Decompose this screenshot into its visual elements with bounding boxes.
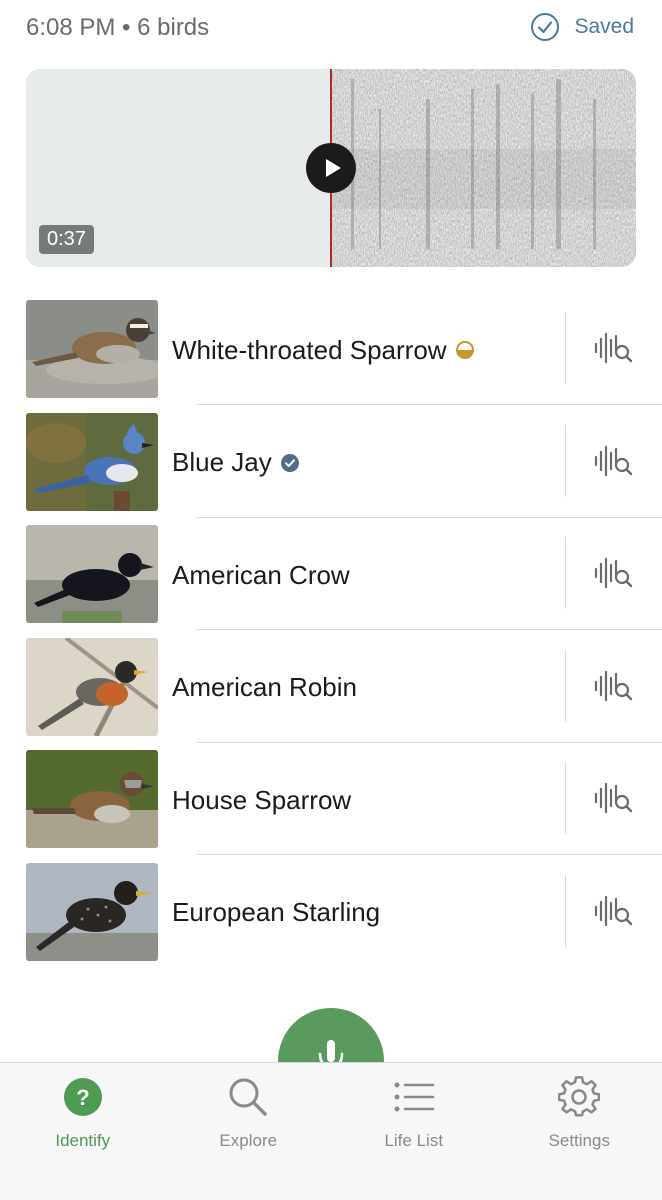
row-separator [196,404,662,405]
bird-photo [26,862,158,961]
spectrogram-search-icon [594,558,633,589]
row-separator [196,629,662,631]
spectrogram-search-button[interactable] [590,778,636,818]
bird-name: American Crow [172,559,350,590]
recording-player[interactable]: 0:37 [26,69,636,267]
spectrogram-search-button[interactable] [590,441,636,481]
bird-name: House Sparrow [172,784,352,815]
row-divider [565,312,566,384]
check-circle-icon [531,13,560,41]
bird-name: American Robin [172,672,357,703]
bird-name: Blue Jay [172,447,272,478]
bird-list: White-throated Sparrow Blue Jay American… [0,298,662,974]
spectrogram-search-icon [594,895,633,927]
spectrogram-search-button[interactable] [590,666,636,706]
session-info: 6:08 PM • 6 birds [26,14,210,41]
row-divider [565,762,566,835]
tab-label: Life List [384,1131,444,1150]
row-divider [565,649,566,722]
spectrogram-search-button[interactable] [590,553,636,593]
spectrogram [331,69,636,267]
bird-name: European Starling [172,897,381,928]
tab-settings[interactable]: Settings [497,1063,662,1200]
tab-identify[interactable]: ? Identify [0,1063,166,1200]
list-item[interactable]: Blue Jay [0,411,662,524]
tab-explore[interactable]: Explore [166,1063,332,1200]
row-separator [196,854,662,856]
duration-badge: 0:37 [39,225,94,254]
header: 6:08 PM • 6 birds Saved [0,0,662,60]
list-item[interactable]: House Sparrow [0,748,662,861]
spectrogram-search-icon [594,670,633,701]
row-separator [196,516,662,518]
gear-icon [558,1076,601,1117]
tab-life-list[interactable]: Life List [331,1063,497,1200]
row-divider [565,424,566,497]
bird-photo [26,637,158,736]
svg-text:?: ? [76,1085,89,1110]
spectrogram-search-icon [594,332,633,364]
spectrogram-search-icon [594,445,633,476]
spectrogram-search-button[interactable] [590,891,636,931]
bird-name: White-throated Sparrow [172,334,447,365]
saved-label: Saved [574,15,634,38]
play-button[interactable] [306,143,356,193]
bird-photo [26,750,158,849]
question-circle-icon: ? [63,1078,102,1116]
tab-label: Explore [219,1131,278,1150]
play-icon [325,159,341,177]
list-item[interactable]: American Robin [0,636,662,749]
row-divider [565,874,566,947]
saved-status[interactable]: Saved [530,12,634,42]
spectrogram-search-button[interactable] [590,328,636,368]
half-circle-icon [455,341,474,359]
row-separator [196,741,662,743]
list-icon [394,1082,435,1112]
list-item[interactable]: White-throated Sparrow [0,298,662,411]
list-item[interactable]: European Starling [0,861,662,974]
tab-label: Settings [548,1131,610,1150]
bird-photo [26,412,158,511]
bird-photo [26,525,158,624]
verified-check-icon [280,453,299,472]
row-divider [565,537,566,610]
tab-label: Identify [55,1131,111,1150]
spectrogram-search-icon [594,783,633,814]
list-item[interactable]: American Crow [0,523,662,636]
bird-photo [26,300,158,398]
tab-bar: ? Identify Explore Life List Settings [0,1062,662,1200]
search-icon [229,1078,267,1116]
